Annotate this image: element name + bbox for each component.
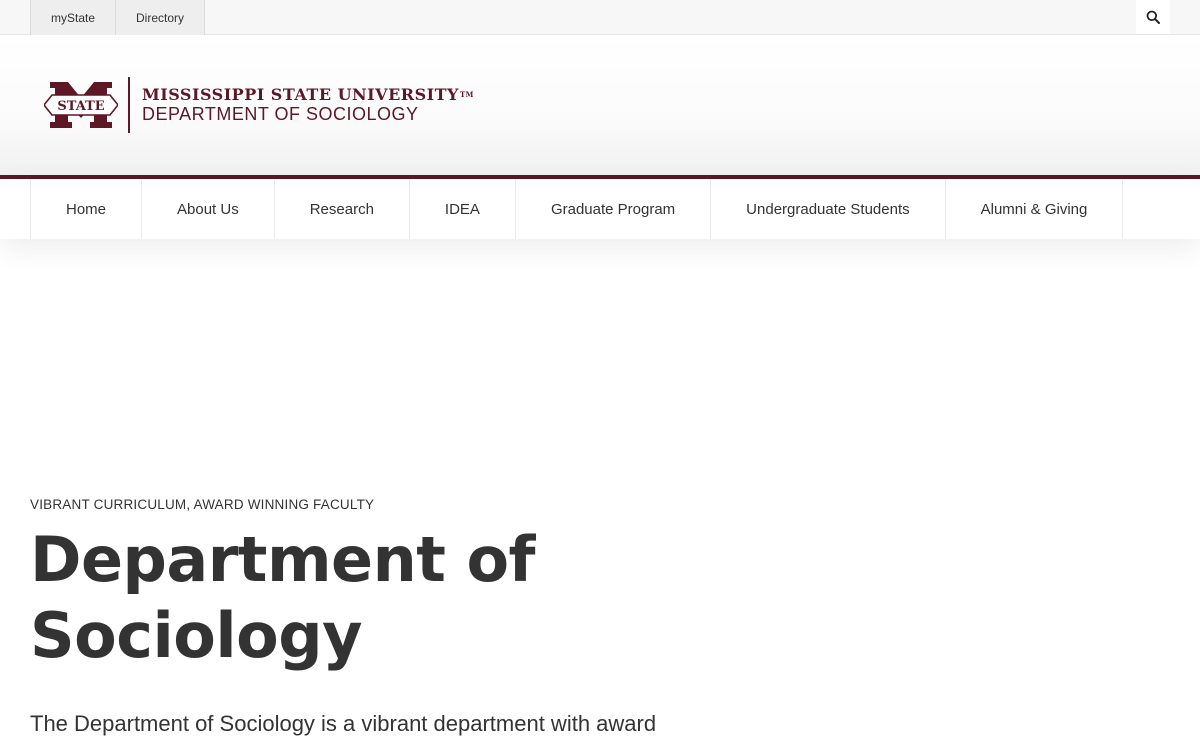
nav-item-graduate-program[interactable]: Graduate Program (516, 179, 712, 239)
site-header: STATE MISSISSIPPI STATE UNIVERSITYTM DEP… (0, 35, 1200, 175)
utility-link-mystate[interactable]: myState (30, 0, 117, 35)
hero-eyebrow: VIBRANT CURRICULUM, AWARD WINNING FACULT… (30, 497, 375, 512)
utility-bar: myState Directory (0, 0, 1200, 35)
logo-text: MISSISSIPPI STATE UNIVERSITYTM DEPARTMEN… (142, 85, 474, 125)
logo-department: DEPARTMENT OF SOCIOLOGY (142, 104, 419, 124)
logo-seal-text: STATE (57, 99, 104, 114)
msu-m-state-logo: STATE (44, 82, 118, 128)
search-button[interactable] (1136, 0, 1170, 34)
nav-item-undergraduate-students[interactable]: Undergraduate Students (711, 179, 946, 239)
main-nav: Home About Us Research IDEA Graduate Pro… (0, 179, 1200, 239)
nav-item-about-us[interactable]: About Us (142, 179, 275, 239)
nav-item-home[interactable]: Home (31, 179, 143, 239)
nav-items: Home About Us Research IDEA Graduate Pro… (30, 179, 1124, 239)
nav-item-alumni-giving[interactable]: Alumni & Giving (946, 179, 1124, 239)
hero-intro: The Department of Sociology is a vibrant… (30, 711, 657, 736)
site-logo[interactable]: STATE MISSISSIPPI STATE UNIVERSITYTM DEP… (44, 77, 474, 133)
search-icon (1146, 10, 1160, 24)
page-title: Department of Sociology (30, 523, 536, 672)
nav-item-idea[interactable]: IDEA (410, 179, 516, 239)
nav-item-research[interactable]: Research (275, 179, 410, 239)
logo-trademark: TM (459, 90, 474, 99)
utility-links: myState Directory (30, 0, 206, 35)
utility-link-directory[interactable]: Directory (115, 0, 206, 35)
logo-divider (128, 77, 130, 133)
logo-university: MISSISSIPPI STATE UNIVERSITYTM (142, 85, 474, 104)
